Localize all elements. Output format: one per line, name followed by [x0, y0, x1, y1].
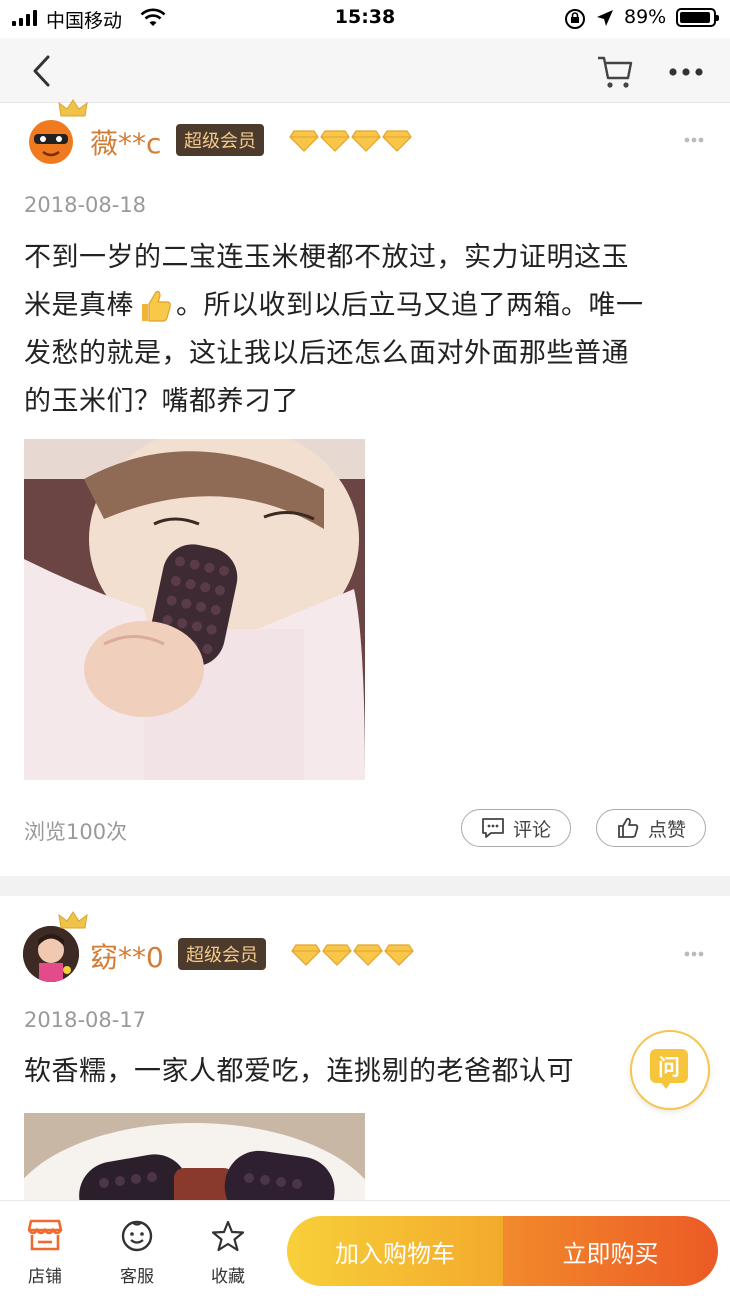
avatar[interactable]	[23, 112, 79, 168]
baby-eating-corn-image	[24, 439, 365, 780]
status-bar: 中国移动 15:38 89%	[0, 0, 730, 38]
buy-now-button[interactable]: 立即购买	[503, 1216, 718, 1286]
shop-icon	[27, 1219, 63, 1251]
review-more-icon[interactable]	[684, 951, 704, 957]
service-label: 客服	[120, 1267, 154, 1287]
review-date: 2018-08-17	[24, 1008, 147, 1032]
ask-button[interactable]: 问	[630, 1030, 710, 1110]
add-to-cart-button[interactable]: 加入购物车	[287, 1216, 503, 1286]
diamond-icon	[320, 130, 350, 152]
diamond-rating	[291, 944, 415, 966]
crown-icon	[58, 99, 88, 117]
review-card: 薇**c 超级会员 2018-08-18 不到一岁的二宝连玉米梗都不放过，实力证…	[0, 99, 730, 876]
diamond-icon	[382, 130, 412, 152]
buy-now-label: 立即购买	[562, 1239, 659, 1268]
avatar-child-photo	[23, 926, 79, 982]
cart-icon[interactable]	[596, 54, 634, 90]
service-tab[interactable]: 客服	[107, 1218, 167, 1288]
avatar[interactable]	[23, 926, 79, 982]
username: 窈**0	[90, 941, 164, 974]
shop-tab[interactable]: 店铺	[15, 1218, 75, 1288]
diamond-icon	[289, 130, 319, 152]
review-content: 不到一岁的二宝连玉米梗都不放过，实力证明这玉 米是真棒 。所以收到以后立马又追了…	[24, 234, 704, 426]
section-divider	[0, 876, 730, 896]
shop-label: 店铺	[28, 1267, 62, 1287]
review-content-text: 米是真棒	[24, 290, 134, 321]
review-photo[interactable]	[24, 439, 365, 780]
more-icon[interactable]	[669, 68, 703, 76]
rotation-lock-icon	[565, 9, 585, 29]
ask-label: 问	[657, 1056, 680, 1081]
review-content-line: 的玉米们？嘴都养刁了	[24, 386, 299, 417]
crown-icon	[58, 911, 88, 929]
review-content: 软香糯，一家人都爱吃，连挑剔的老爸都认可	[24, 1056, 574, 1087]
battery-icon	[676, 8, 719, 27]
service-icon	[121, 1220, 153, 1252]
review-content-text: 。所以收到以后立马又追了两箱。唯一	[176, 290, 644, 321]
clock: 15:38	[334, 6, 396, 28]
review-content-line: 米是真棒 。所以收到以后立马又追了两箱。唯一	[24, 282, 704, 330]
review-photo[interactable]	[24, 1113, 365, 1200]
like-button[interactable]: 点赞	[596, 809, 706, 847]
thumbs-up-emoji-icon	[142, 290, 171, 322]
avatar-mascot-image	[23, 112, 79, 168]
username: 薇**c	[90, 127, 162, 160]
location-icon	[597, 10, 613, 26]
thumbs-up-icon	[618, 817, 639, 838]
diamond-icon	[291, 944, 321, 966]
comment-icon	[482, 818, 504, 838]
diamond-icon	[353, 944, 383, 966]
vip-badge: 超级会员	[178, 938, 266, 970]
like-label: 点赞	[647, 818, 686, 841]
comment-button[interactable]: 评论	[461, 809, 571, 847]
nav-bar	[0, 38, 730, 103]
diamond-icon	[322, 944, 352, 966]
favorite-tab[interactable]: 收藏	[198, 1218, 258, 1288]
review-more-icon[interactable]	[684, 137, 704, 143]
review-date: 2018-08-18	[24, 193, 147, 217]
review-content-line: 发愁的就是，这让我以后还怎么面对外面那些普通	[24, 338, 629, 369]
review-content-line: 不到一岁的二宝连玉米梗都不放过，实力证明这玉	[24, 242, 629, 273]
vip-badge: 超级会员	[176, 124, 264, 156]
diamond-rating	[289, 130, 413, 152]
diamond-icon	[384, 944, 414, 966]
comment-label: 评论	[512, 818, 551, 841]
view-count: 浏览100次	[24, 820, 128, 844]
favorite-label: 收藏	[211, 1267, 245, 1287]
add-to-cart-label: 加入购物车	[335, 1239, 455, 1268]
ask-icon: 问	[650, 1049, 688, 1083]
purple-corn-photo	[24, 1113, 365, 1200]
review-card: 窈**0 超级会员 2018-08-17 软香糯，一家人都爱吃，连挑剔的老爸都认…	[0, 896, 730, 1200]
diamond-icon	[351, 130, 381, 152]
battery-percentage: 89%	[624, 6, 667, 28]
star-icon	[211, 1220, 245, 1252]
back-button[interactable]	[28, 54, 58, 88]
